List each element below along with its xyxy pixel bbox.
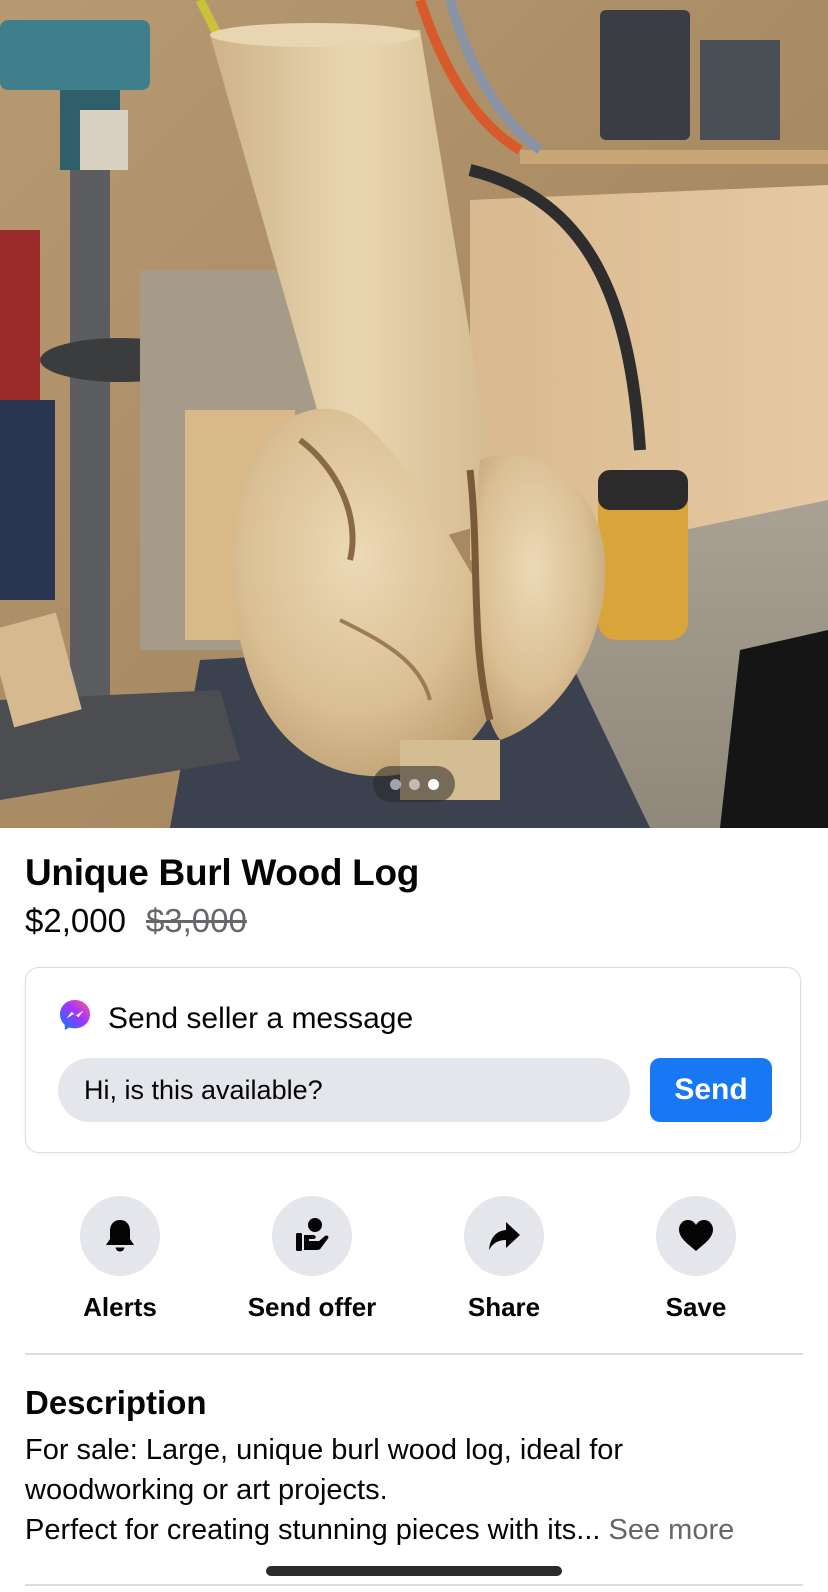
pager-dot-1[interactable] [389, 778, 401, 790]
price-row: $2,000 $3,000 [25, 902, 247, 940]
alerts-icon-circle[interactable] [80, 1196, 160, 1276]
current-price: $2,000 [25, 902, 126, 939]
send-offer-label: Send offer [247, 1292, 377, 1322]
send-offer-button[interactable]: Send offer [212, 1196, 412, 1323]
bottom-divider [25, 1584, 803, 1586]
home-indicator[interactable] [266, 1566, 562, 1576]
save-icon-circle[interactable] [656, 1196, 736, 1276]
message-card-header: Send seller a message [58, 998, 413, 1040]
share-icon-circle[interactable] [464, 1196, 544, 1276]
share-button[interactable]: Share [404, 1196, 604, 1323]
burl-wood-photo [0, 0, 828, 828]
description-heading: Description [25, 1384, 207, 1421]
share-label: Share [467, 1292, 541, 1322]
alerts-label: Alerts [83, 1292, 157, 1322]
bell-icon [106, 1220, 134, 1252]
message-seller-card: Send seller a message Hi, is this availa… [25, 967, 801, 1153]
heart-icon [679, 1220, 713, 1251]
photo-pager[interactable] [373, 766, 455, 802]
see-more-link[interactable]: See more [609, 1514, 735, 1546]
listing-photo[interactable] [0, 0, 828, 828]
alerts-button[interactable]: Alerts [20, 1196, 220, 1323]
section-divider [25, 1353, 803, 1355]
description-line-2: woodworking or art projects. [25, 1474, 388, 1506]
save-button[interactable]: Save [596, 1196, 796, 1323]
pager-dot-2[interactable] [408, 778, 420, 790]
description-line-3-text: Perfect for creating stunning pieces wit… [25, 1514, 601, 1546]
description-text: For sale: Large, unique burl wood log, i… [25, 1430, 815, 1550]
save-label: Save [665, 1292, 727, 1322]
send-button[interactable]: Send [650, 1058, 772, 1122]
listing-actions: Alerts Send offer Share Save [0, 1196, 828, 1326]
description-line-3: Perfect for creating stunning pieces wit… [25, 1510, 815, 1550]
pager-dot-3-active[interactable] [427, 778, 439, 790]
offer-hand-icon [296, 1218, 329, 1251]
send-offer-icon-circle[interactable] [272, 1196, 352, 1276]
share-arrow-icon [489, 1222, 520, 1250]
message-input[interactable]: Hi, is this available? [58, 1058, 630, 1122]
original-price: $3,000 [145, 902, 247, 939]
description-line-1: For sale: Large, unique burl wood log, i… [25, 1434, 624, 1466]
messenger-icon [58, 998, 92, 1040]
listing-title: Unique Burl Wood Log [25, 852, 420, 893]
message-card-title: Send seller a message [108, 1002, 414, 1035]
